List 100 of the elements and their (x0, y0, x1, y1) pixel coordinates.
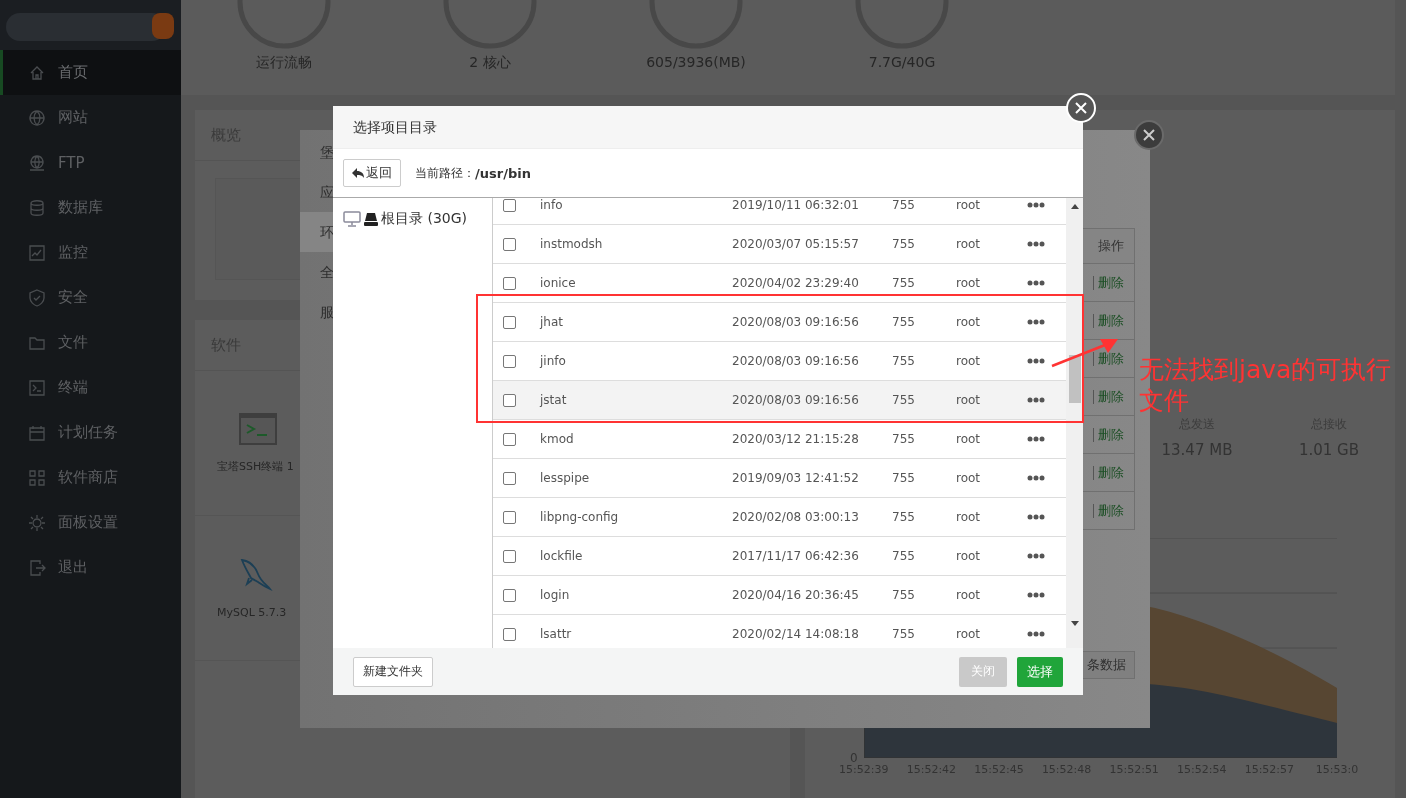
checkbox[interactable] (503, 588, 516, 602)
back-button[interactable]: 返回 (343, 159, 401, 187)
delete-link[interactable]: 删除 (1098, 463, 1124, 482)
file-permission: 755 (892, 393, 916, 407)
delete-link[interactable]: 删除 (1098, 311, 1124, 330)
checkbox[interactable] (503, 198, 516, 212)
file-owner: root (956, 354, 982, 368)
delete-link[interactable]: 删除 (1098, 273, 1124, 292)
sidebar-item[interactable]: 软件商店 (0, 455, 181, 500)
sidebar-item[interactable]: 文件 (0, 320, 181, 365)
more-icon[interactable] (1027, 397, 1045, 403)
delete-link[interactable]: 删除 (1098, 349, 1124, 368)
file-owner: root (956, 432, 982, 446)
file-permission: 755 (892, 627, 916, 641)
close-icon (1075, 102, 1087, 114)
sidebar-item[interactable]: 数据库 (0, 185, 181, 230)
scroll-thumb[interactable] (1068, 355, 1081, 403)
grid-icon (28, 468, 46, 487)
database-icon (28, 198, 46, 217)
sidebar-item[interactable]: 面板设置 (0, 500, 181, 545)
scrollbar[interactable] (1066, 198, 1083, 648)
file-permission: 755 (892, 315, 916, 329)
file-permission: 755 (892, 198, 916, 212)
close-icon (1143, 129, 1155, 141)
terminal-icon (28, 378, 46, 397)
checkbox[interactable] (503, 276, 516, 290)
checkbox[interactable] (503, 393, 516, 407)
tree-item[interactable]: 根目录 (30G) (343, 210, 492, 228)
file-row[interactable]: ionice 2020/04/02 23:29:40 755 root (493, 264, 1066, 303)
more-icon[interactable] (1027, 280, 1045, 286)
file-permission: 755 (892, 549, 916, 563)
delete-link[interactable]: 删除 (1098, 501, 1124, 520)
sidebar-item[interactable]: 安全 (0, 275, 181, 320)
file-owner: root (956, 549, 982, 563)
scroll-down-icon[interactable] (1070, 621, 1079, 626)
checkbox[interactable] (503, 510, 516, 524)
more-icon[interactable] (1027, 241, 1045, 247)
globe-icon (28, 108, 46, 127)
file-row[interactable]: lockfile 2017/11/17 06:42:36 755 root (493, 537, 1066, 576)
current-path: /usr/bin (475, 165, 531, 181)
checkbox[interactable] (503, 315, 516, 329)
more-icon[interactable] (1027, 553, 1045, 559)
file-owner: root (956, 393, 982, 407)
more-icon[interactable] (1027, 202, 1045, 208)
scroll-up-icon[interactable] (1070, 204, 1079, 209)
file-permission: 755 (892, 588, 916, 602)
more-icon[interactable] (1027, 319, 1045, 325)
new-folder-button[interactable]: 新建文件夹 (353, 656, 433, 687)
file-row[interactable]: jstat 2020/08/03 09:16:56 755 root (493, 381, 1066, 420)
more-icon[interactable] (1027, 475, 1045, 481)
file-row[interactable]: instmodsh 2020/03/07 05:15:57 755 root (493, 225, 1066, 264)
globe-icon (28, 153, 46, 172)
sidebar-item[interactable]: 退出 (0, 545, 181, 590)
shield-icon (28, 288, 46, 307)
delete-link[interactable]: 删除 (1098, 387, 1124, 406)
more-icon[interactable] (1027, 631, 1045, 637)
file-permission: 755 (892, 276, 916, 290)
file-row[interactable]: kmod 2020/03/12 21:15:28 755 root (493, 420, 1066, 459)
back-arrow-icon (352, 168, 364, 178)
select-button[interactable]: 选择 (1017, 656, 1063, 687)
checkbox[interactable] (503, 549, 516, 563)
file-name: kmod (540, 432, 575, 446)
file-name: lockfile (540, 549, 584, 563)
more-icon[interactable] (1027, 592, 1045, 598)
checkbox[interactable] (503, 237, 516, 251)
sidebar-item[interactable]: 网站 (0, 95, 181, 140)
checkbox[interactable] (503, 354, 516, 368)
more-icon[interactable] (1027, 358, 1045, 364)
gear-icon (28, 513, 46, 532)
file-permission: 755 (892, 471, 916, 485)
more-icon[interactable] (1027, 436, 1045, 442)
file-date: 2020/02/14 14:08:18 (732, 627, 860, 641)
file-name: lsattr (540, 627, 573, 641)
file-permission: 755 (892, 237, 916, 251)
file-owner: root (956, 627, 982, 641)
checkbox[interactable] (503, 627, 516, 641)
file-date: 2019/10/11 06:32:01 (732, 198, 860, 212)
sidebar-item[interactable]: 终端 (0, 365, 181, 410)
file-permission: 755 (892, 432, 916, 446)
sidebar-item[interactable]: 监控 (0, 230, 181, 275)
file-row[interactable]: login 2020/04/16 20:36:45 755 root (493, 576, 1066, 615)
file-name: jstat (540, 393, 568, 407)
sidebar-item[interactable]: FTP (0, 140, 181, 185)
file-owner: root (956, 588, 982, 602)
file-date: 2017/11/17 06:42:36 (732, 549, 860, 563)
file-row[interactable]: info 2019/10/11 06:32:01 755 root (493, 198, 1066, 225)
file-owner: root (956, 237, 982, 251)
delete-link[interactable]: 删除 (1098, 425, 1124, 444)
sidebar-item[interactable]: 首页 (0, 50, 181, 95)
path-label: 当前路径： (415, 164, 475, 182)
checkbox[interactable] (503, 471, 516, 485)
annotation-text: 无法找到java的可执行文件 (1139, 354, 1393, 416)
file-row[interactable]: libpng-config 2020/02/08 03:00:13 755 root (493, 498, 1066, 537)
sidebar-item[interactable]: 计划任务 (0, 410, 181, 455)
checkbox[interactable] (503, 432, 516, 446)
file-row[interactable]: lesspipe 2019/09/03 12:41:52 755 root (493, 459, 1066, 498)
file-date: 2020/03/12 21:15:28 (732, 432, 860, 446)
file-name: lesspipe (540, 471, 591, 485)
more-icon[interactable] (1027, 514, 1045, 520)
file-row[interactable]: jhat 2020/08/03 09:16:56 755 root (493, 303, 1066, 342)
